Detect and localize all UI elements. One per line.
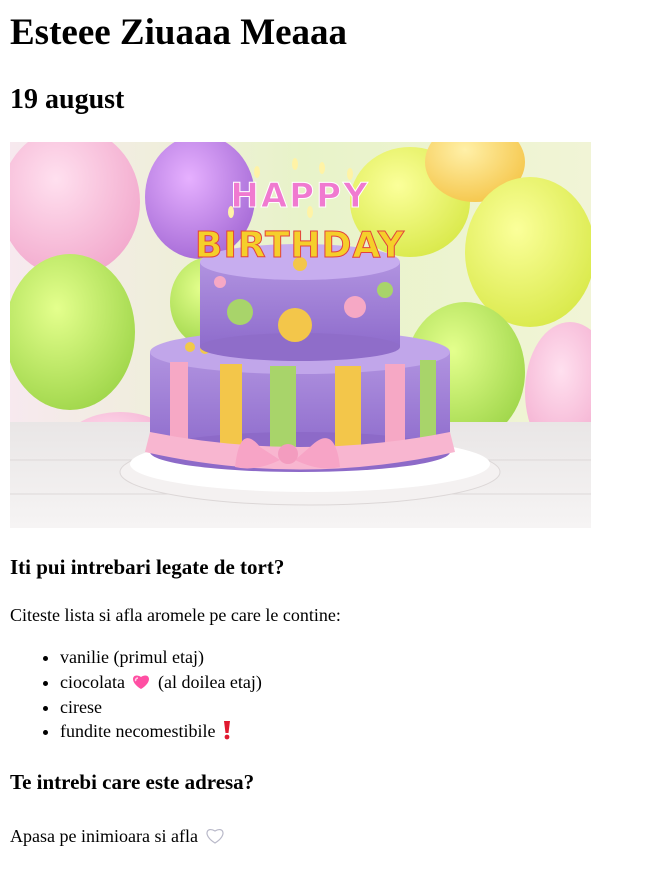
list-item: fundite necomestibile [60,720,262,745]
address-heart-link[interactable] [202,826,228,846]
red-exclamation-icon [223,721,230,740]
page: Esteee Ziuaaa Meaaa 19 august HAPPY BIRT… [0,0,664,872]
list-item: cirese [60,696,262,720]
white-heart-icon [206,829,224,844]
address-text: Apasa pe inimioara si afla [10,825,228,847]
flavor-list: vanilie (primul etaj) ciocolata (al doil… [20,646,262,745]
page-title: Esteee Ziuaaa Meaaa [10,12,348,53]
page-date: 19 august [10,84,125,115]
cake-question-heading: Iti pui intrebari legate de tort? [10,555,285,579]
sparkling-heart-icon [133,675,150,689]
candle-text-birthday: BIRTHDAY [195,225,405,266]
list-item: ciocolata (al doilea etaj) [60,671,262,696]
flavor-intro-text: Citeste lista si afla aromele pe care le… [10,605,341,625]
list-item: vanilie (primul etaj) [60,646,262,671]
birthday-cake-photo: HAPPY BIRTHDAY [10,142,591,528]
address-question-heading: Te intrebi care este adresa? [10,770,255,794]
candle-text-happy: HAPPY [230,176,369,216]
